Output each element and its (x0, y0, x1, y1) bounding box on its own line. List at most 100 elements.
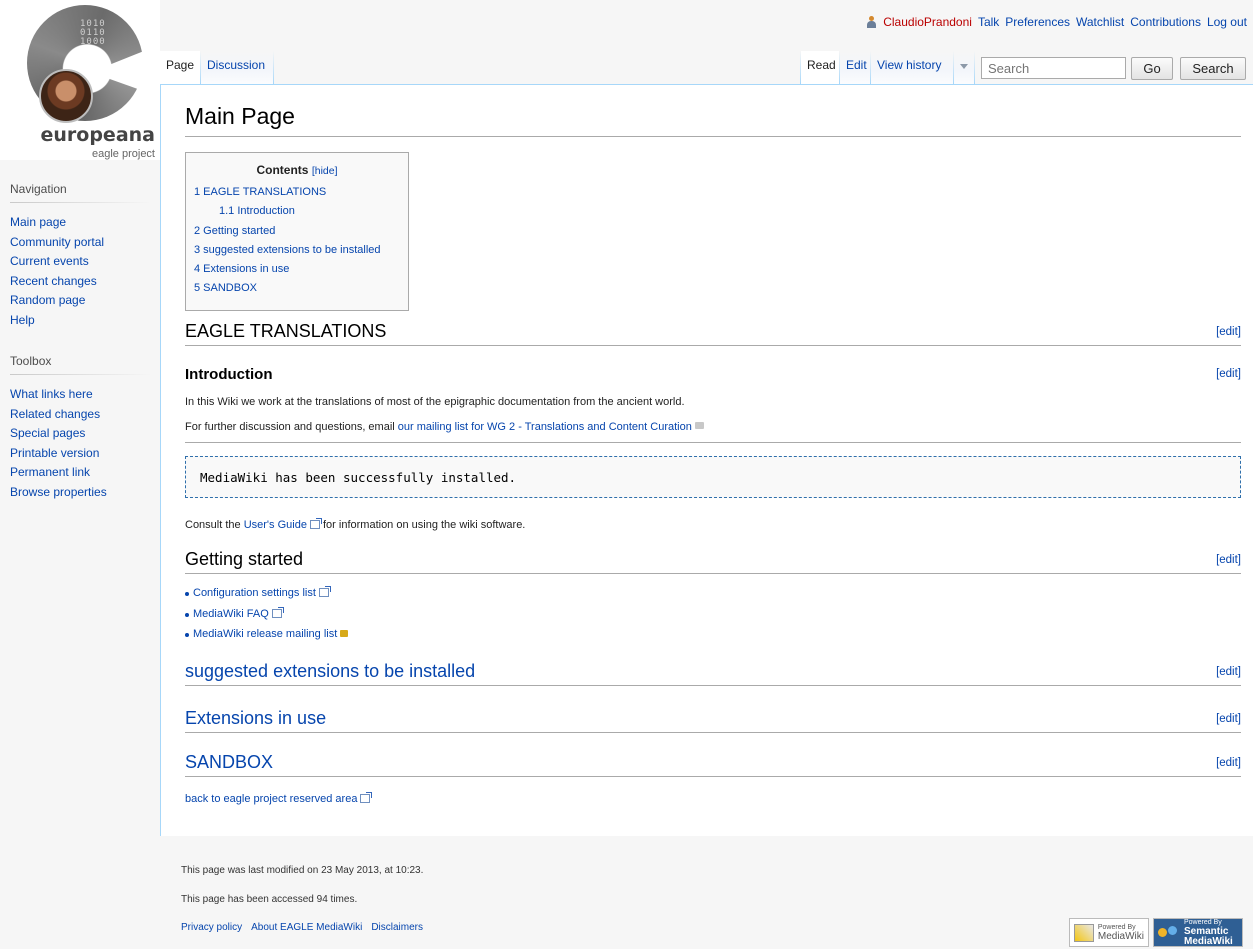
toolbox-heading: Toolbox (10, 354, 150, 375)
search-button[interactable]: Search (1180, 57, 1246, 80)
toolbox-related-changes[interactable]: Related changes (10, 407, 100, 421)
toc-entry[interactable]: 4 Extensions in use (194, 263, 289, 275)
footer-links: Privacy policy About EAGLE MediaWiki Dis… (181, 922, 423, 933)
toc-entry[interactable]: 5 SANDBOX (194, 282, 257, 294)
toolbox-what-links-here[interactable]: What links here (10, 387, 93, 401)
consult-suffix: for information on using the wiki softwa… (319, 519, 526, 531)
table-of-contents: Contents [hide] 1 EAGLE TRANSLATIONS 1.1… (185, 152, 409, 311)
tab-edit[interactable]: Edit (840, 51, 870, 84)
go-button[interactable]: Go (1131, 57, 1173, 80)
list-item: MediaWiki FAQ (185, 604, 348, 625)
mail-icon (694, 422, 704, 429)
external-link-icon (360, 792, 373, 803)
edit-section-link[interactable]: [edit] (1216, 713, 1241, 725)
edit-section-link[interactable]: [edit] (1216, 666, 1241, 678)
tab-read[interactable]: Read (801, 51, 839, 84)
subsection-title-introduction: Introduction (185, 366, 273, 383)
toc-entry[interactable]: 3 suggested extensions to be installed (194, 244, 381, 256)
about-link[interactable]: About EAGLE MediaWiki (251, 922, 362, 933)
tab-view-history[interactable]: View history (871, 51, 953, 84)
preferences-link[interactable]: Preferences (1005, 15, 1070, 29)
tab-separator (974, 51, 975, 84)
toolbox-browse-properties[interactable]: Browse properties (10, 485, 107, 499)
toc-entry[interactable]: 1 EAGLE TRANSLATIONS (194, 186, 326, 198)
dropdown-arrow-icon (960, 64, 968, 69)
more-actions-menu[interactable] (954, 51, 974, 84)
logo-portrait-image (39, 69, 93, 123)
sidebar-item-recent-changes[interactable]: Recent changes (10, 274, 97, 288)
sidebar-item-community-portal[interactable]: Community portal (10, 235, 104, 249)
tab-separator (273, 51, 274, 84)
talk-link[interactable]: Talk (978, 15, 999, 29)
section-title[interactable]: SANDBOX (185, 751, 273, 773)
section-heading-extensions-in-use: Extensions in use [edit] (185, 707, 1241, 733)
toolbox-permanent-link[interactable]: Permanent link (10, 465, 90, 479)
section-heading-suggested-extensions: suggested extensions to be installed [ed… (185, 660, 1241, 686)
logo-wordmark: europeana (40, 124, 156, 146)
mediawiki-faq-link[interactable]: MediaWiki FAQ (193, 608, 269, 620)
toc-title: Contents (256, 163, 309, 177)
getting-started-list: Configuration settings list MediaWiki FA… (185, 583, 349, 645)
discussion-paragraph: For further discussion and questions, em… (185, 421, 704, 433)
logo-subtitle: eagle project (92, 148, 155, 160)
sidebar-item-random-page[interactable]: Random page (10, 293, 85, 307)
section-heading-eagle-translations: EAGLE TRANSLATIONS [edit] (185, 320, 1241, 346)
powered-by-mediawiki-badge[interactable]: Powered By MediaWiki (1069, 918, 1149, 947)
toolbox-special-pages[interactable]: Special pages (10, 426, 85, 440)
sidebar-item-current-events[interactable]: Current events (10, 254, 89, 268)
tab-page-label: Page (166, 58, 195, 72)
intro-paragraph: In this Wiki we work at the translations… (185, 396, 685, 408)
sidebar-item-main-page[interactable]: Main page (10, 215, 66, 229)
footer-last-modified: This page was last modified on 23 May 20… (181, 865, 424, 876)
search-input[interactable] (981, 57, 1126, 79)
footer-access-count: This page has been accessed 94 times. (181, 894, 358, 905)
toc-entry[interactable]: 1.1 Introduction (219, 205, 295, 217)
toolbox-portal: Toolbox What links here Related changes … (10, 354, 150, 502)
sidebar-item-help[interactable]: Help (10, 313, 35, 327)
toc-entry[interactable]: 2 Getting started (194, 225, 275, 237)
tab-discussion[interactable]: Discussion (201, 51, 273, 84)
powered-by-semantic-mediawiki-badge[interactable]: Powered By Semantic MediaWiki (1153, 918, 1243, 947)
contributions-link[interactable]: Contributions (1130, 15, 1201, 29)
edit-section-link[interactable]: [edit] (1216, 326, 1241, 338)
edit-section-link[interactable]: [edit] (1216, 368, 1241, 380)
go-button-label: Go (1143, 61, 1161, 76)
toc-title-row: Contents [hide] (194, 163, 400, 177)
external-link-icon (318, 586, 331, 597)
edit-section-link[interactable]: [edit] (1216, 554, 1241, 566)
mediawiki-flower-icon (1074, 923, 1094, 942)
configuration-settings-link[interactable]: Configuration settings list (193, 587, 316, 599)
section-title: Getting started (185, 549, 304, 569)
mailing-list-link[interactable]: our mailing list for WG 2 - Translations… (398, 421, 692, 433)
release-mailing-list-link[interactable]: MediaWiki release mailing list (193, 628, 337, 640)
tab-page[interactable]: Page (160, 51, 200, 84)
edit-section-link[interactable]: [edit] (1216, 757, 1241, 769)
section-heading-sandbox: SANDBOX [edit] (185, 751, 1241, 777)
privacy-policy-link[interactable]: Privacy policy (181, 922, 242, 933)
toc-hide-toggle[interactable]: [hide] (312, 165, 338, 177)
navigation-heading: Navigation (10, 182, 150, 203)
page-title: Main Page (185, 103, 1241, 137)
logout-link[interactable]: Log out (1207, 15, 1247, 29)
section-title: EAGLE TRANSLATIONS (185, 321, 387, 341)
semantic-mediawiki-logo-icon (1158, 924, 1180, 942)
section-heading-getting-started: Getting started [edit] (185, 548, 1241, 574)
preformatted-block: MediaWiki has been successfully installe… (185, 456, 1241, 498)
list-item: MediaWiki release mailing list (185, 624, 349, 645)
username-link[interactable]: ClaudioPrandoni (883, 15, 972, 29)
section-title[interactable]: Extensions in use (185, 707, 326, 729)
tab-view-history-label: View history (877, 58, 942, 72)
users-guide-link[interactable]: User's Guide (244, 519, 307, 531)
tab-read-label: Read (807, 58, 836, 72)
watchlist-link[interactable]: Watchlist (1076, 15, 1124, 29)
logo-binary-digits: 1010 0110 1000 (80, 19, 106, 47)
section-title[interactable]: suggested extensions to be installed (185, 660, 475, 682)
personal-tools: ClaudioPrandoni Talk Preferences Watchli… (866, 15, 1247, 29)
toolbox-printable-version[interactable]: Printable version (10, 446, 99, 460)
external-link-icon (271, 606, 284, 618)
tab-edit-label: Edit (846, 58, 867, 72)
back-to-reserved-area-link[interactable]: back to eagle project reserved area (185, 793, 357, 805)
disclaimers-link[interactable]: Disclaimers (371, 922, 423, 933)
badge1-big-text: MediaWiki (1097, 930, 1144, 942)
site-logo[interactable]: 1010 0110 1000 europeana eagle project (0, 0, 160, 160)
